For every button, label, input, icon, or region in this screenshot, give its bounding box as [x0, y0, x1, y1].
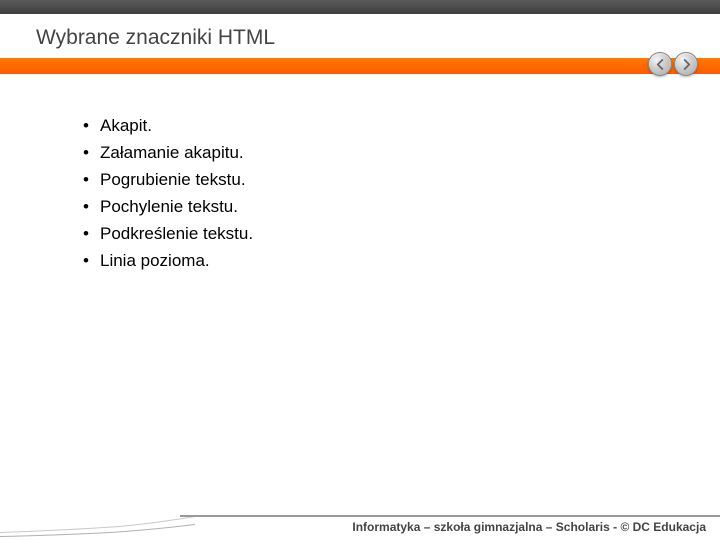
bullet-list: • Akapit. • Załamanie akapitu. • Pogrubi…	[72, 116, 720, 271]
bullet-icon: •	[72, 224, 100, 244]
footer-decoration	[0, 514, 195, 540]
footer-text: Informatyka – szkoła gimnazjalna – Schol…	[352, 520, 706, 534]
list-item: • Akapit.	[72, 116, 720, 136]
list-item-text: Pogrubienie tekstu.	[100, 170, 246, 190]
bullet-icon: •	[72, 116, 100, 136]
bullet-icon: •	[72, 170, 100, 190]
chevron-right-icon	[682, 59, 691, 70]
bullet-icon: •	[72, 197, 100, 217]
list-item-text: Załamanie akapitu.	[100, 143, 244, 163]
list-item: • Pochylenie tekstu.	[72, 197, 720, 217]
list-item: • Linia pozioma.	[72, 251, 720, 271]
list-item-text: Podkreślenie tekstu.	[100, 224, 253, 244]
list-item-text: Pochylenie tekstu.	[100, 197, 238, 217]
list-item: • Pogrubienie tekstu.	[72, 170, 720, 190]
divider-bar	[0, 58, 720, 74]
next-button[interactable]	[674, 52, 698, 76]
page-title: Wybrane znaczniki HTML	[36, 26, 720, 50]
footer: Informatyka – szkoła gimnazjalna – Schol…	[0, 514, 720, 540]
title-area: Wybrane znaczniki HTML	[0, 14, 720, 58]
top-bar	[0, 0, 720, 14]
list-item-text: Linia pozioma.	[100, 251, 210, 271]
footer-line	[180, 515, 720, 517]
bullet-icon: •	[72, 251, 100, 271]
list-item: • Załamanie akapitu.	[72, 143, 720, 163]
chevron-left-icon	[656, 59, 665, 70]
bullet-icon: •	[72, 143, 100, 163]
nav-controls	[648, 52, 698, 76]
list-item: • Podkreślenie tekstu.	[72, 224, 720, 244]
list-item-text: Akapit.	[100, 116, 152, 136]
content-area: • Akapit. • Załamanie akapitu. • Pogrubi…	[0, 74, 720, 271]
prev-button[interactable]	[648, 52, 672, 76]
